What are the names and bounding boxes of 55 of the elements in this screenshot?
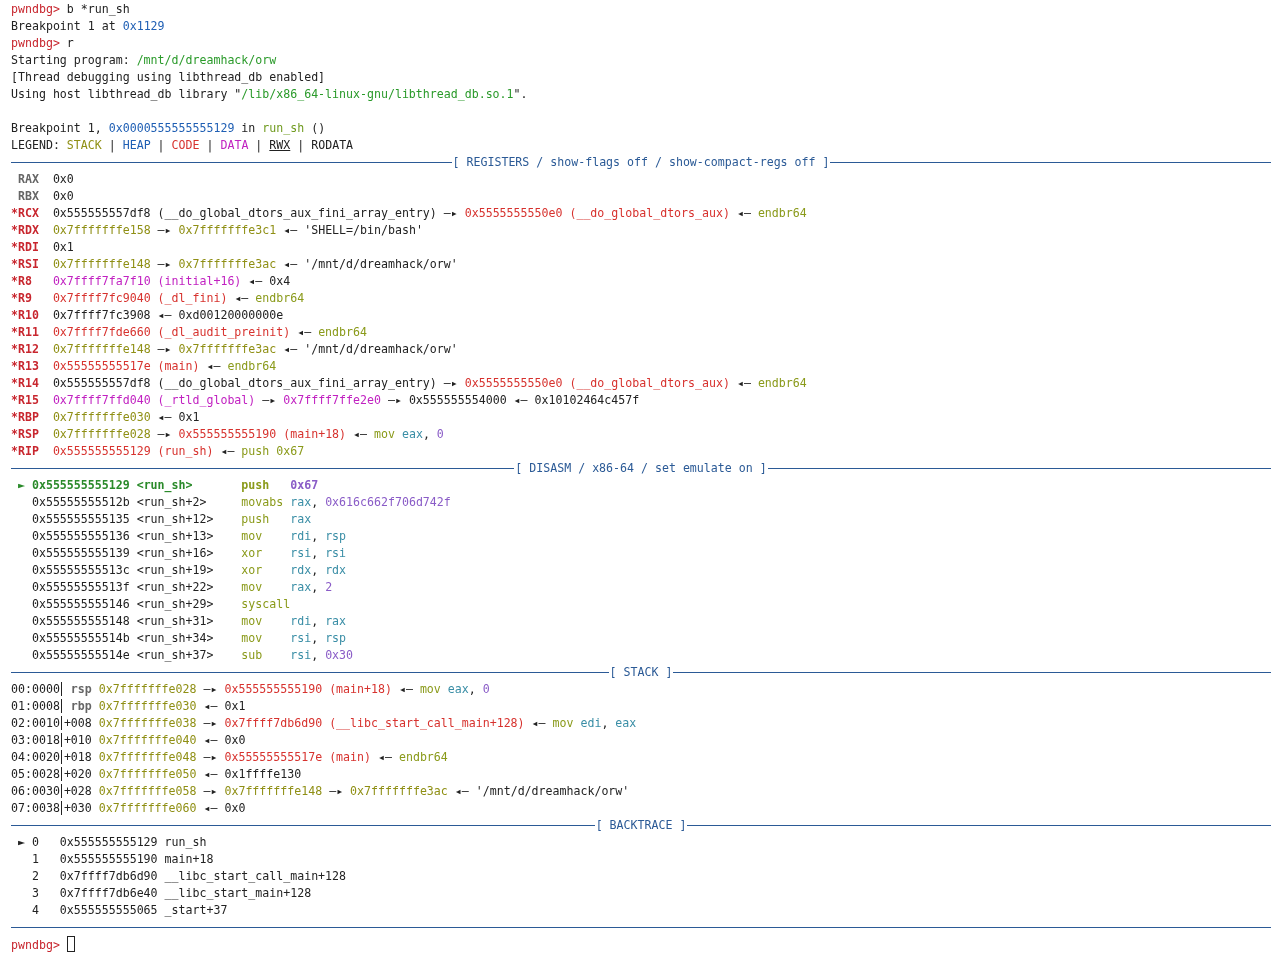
terminal-line: 0x55555555513f <run_sh+22> mov rax, 2: [30, 579, 334, 596]
terminal-line: 03:0018 +010 0x7fffffffe040 ◂— 0x0: [11, 732, 247, 749]
terminal-line: Breakpoint 1, 0x0000555555555129 in run_sh (): [11, 120, 327, 137]
terminal-line: ► 0x555555555129 <run_sh> push 0x67: [16, 477, 320, 494]
terminal-line: 0x555555555135 <run_sh+12> push rax: [30, 511, 313, 528]
terminal-line: 1 0x555555555190 main+18: [30, 851, 215, 868]
terminal-line: 05:0028 +020 0x7fffffffe050 ◂— 0x1ffffe130: [11, 766, 303, 783]
section-title: [ DISASM / x86-64 / set emulate on ]: [514, 460, 768, 477]
terminal-line: Using host libthread_db library "/lib/x86_64-linux-gnu/libthread_db.so.1".: [11, 86, 529, 103]
terminal-line: Breakpoint 1 at 0x1129: [11, 18, 166, 35]
terminal-line: *RDX 0x7fffffffe158 —▸ 0x7fffffffe3c1 ◂— 'SHELL=/bin/bash': [11, 222, 424, 239]
terminal-line: *R9 0x7ffff7fc9040 (_dl_fini) ◂— endbr64: [11, 290, 306, 307]
terminal-line: pwndbg> b *run_sh: [11, 1, 131, 18]
terminal-line: pwndbg> r: [11, 35, 75, 52]
terminal-line: RAX 0x0: [16, 171, 75, 188]
terminal-line: 0x55555555514b <run_sh+34> mov rsi, rsp: [30, 630, 348, 647]
terminal-line: *R11 0x7ffff7fde660 (_dl_audit_preinit) ◂— endbr64: [11, 324, 368, 341]
terminal-line: 0x55555555514e <run_sh+37> sub rsi, 0x30: [30, 647, 355, 664]
section-title: [ REGISTERS / show-flags off / show-compact-regs off ]: [451, 154, 831, 171]
prompt-text: pwndbg>: [11, 938, 61, 952]
terminal-line: *R10 0x7ffff7fc3908 ◂— 0xd00120000000e: [11, 307, 285, 324]
terminal-line: 07:0038 +030 0x7fffffffe060 ◂— 0x0: [11, 800, 247, 817]
terminal-line: 02:0010 +008 0x7fffffffe038 —▸ 0x7ffff7db6d90 (__libc_start_call_main+128) ◂— mov edi, eax: [11, 715, 638, 732]
terminal-line: *RSI 0x7fffffffe148 —▸ 0x7fffffffe3ac ◂— '/mnt/d/dreamhack/orw': [11, 256, 459, 273]
terminal-line: *RSP 0x7fffffffe028 —▸ 0x555555555190 (main+18) ◂— mov eax, 0: [11, 426, 445, 443]
terminal-line: 4 0x555555555065 _start+37: [30, 902, 229, 919]
terminal-line: LEGEND: STACK | HEAP | CODE | DATA | RWX | RODATA: [11, 137, 355, 154]
terminal-line: 01:0008 rbp 0x7fffffffe030 ◂— 0x1: [11, 698, 247, 715]
cursor-icon: [66, 936, 75, 952]
terminal-line: 00:0000 rsp 0x7fffffffe028 —▸ 0x555555555190 (main+18) ◂— mov eax, 0: [11, 681, 491, 698]
terminal-line: *R14 0x555555557df8 (__do_global_dtors_aux_fini_array_entry) —▸ 0x5555555550e0 (__do_global_dtors_aux) ◂— endbr64: [11, 375, 808, 392]
terminal-line: 0x555555555139 <run_sh+16> xor rsi, rsi: [30, 545, 348, 562]
terminal-line: *RBP 0x7fffffffe030 ◂— 0x1: [11, 409, 201, 426]
terminal-line: Starting program: /mnt/d/dreamhack/orw: [11, 52, 278, 69]
terminal-line: 0x55555555513c <run_sh+19> xor rdx, rdx: [30, 562, 348, 579]
terminal-line: [Thread debugging using libthread_db enabled]: [11, 69, 327, 86]
terminal-line: 0x555555555146 <run_sh+29> syscall: [30, 596, 292, 613]
terminal-line: 06:0030 +028 0x7fffffffe058 —▸ 0x7fffffffe148 —▸ 0x7fffffffe3ac ◂— '/mnt/d/dreamhack/orw': [11, 783, 631, 800]
terminal-line: *R15 0x7ffff7ffd040 (_rtld_global) —▸ 0x7ffff7ffe2e0 —▸ 0x555555554000 ◂— 0x10102464c457f: [11, 392, 641, 409]
terminal-line: *R13 0x55555555517e (main) ◂— endbr64: [11, 358, 278, 375]
terminal-line: 0x55555555512b <run_sh+2> movabs rax, 0x616c662f706d742f: [30, 494, 452, 511]
terminal-line: 0x555555555148 <run_sh+31> mov rdi, rax: [30, 613, 348, 630]
terminal-line: 2 0x7ffff7db6d90 __libc_start_call_main+128: [30, 868, 348, 885]
terminal-line: *R12 0x7fffffffe148 —▸ 0x7fffffffe3ac ◂— '/mnt/d/dreamhack/orw': [11, 341, 459, 358]
terminal-line: *R8 0x7ffff7fa7f10 (initial+16) ◂— 0x4: [11, 273, 292, 290]
terminal-line: 0x555555555136 <run_sh+13> mov rdi, rsp: [30, 528, 348, 545]
terminal-line: *RIP 0x555555555129 (run_sh) ◂— push 0x67: [11, 443, 306, 460]
section-title: [ STACK ]: [608, 664, 674, 681]
terminal-line: RBX 0x0: [16, 188, 75, 205]
terminal-line: *RCX 0x555555557df8 (__do_global_dtors_aux_fini_array_entry) —▸ 0x5555555550e0 (__do_global_dtors_aux) ◂— endbr64: [11, 205, 808, 222]
terminal-line: 3 0x7ffff7db6e40 __libc_start_main+128: [30, 885, 313, 902]
terminal-line: 04:0020 +018 0x7fffffffe048 —▸ 0x55555555517e (main) ◂— endbr64: [11, 749, 449, 766]
terminal-line: ► 0 0x555555555129 run_sh: [16, 834, 208, 851]
terminal-line: *RDI 0x1: [11, 239, 75, 256]
section-title: [ BACKTRACE ]: [594, 817, 688, 834]
